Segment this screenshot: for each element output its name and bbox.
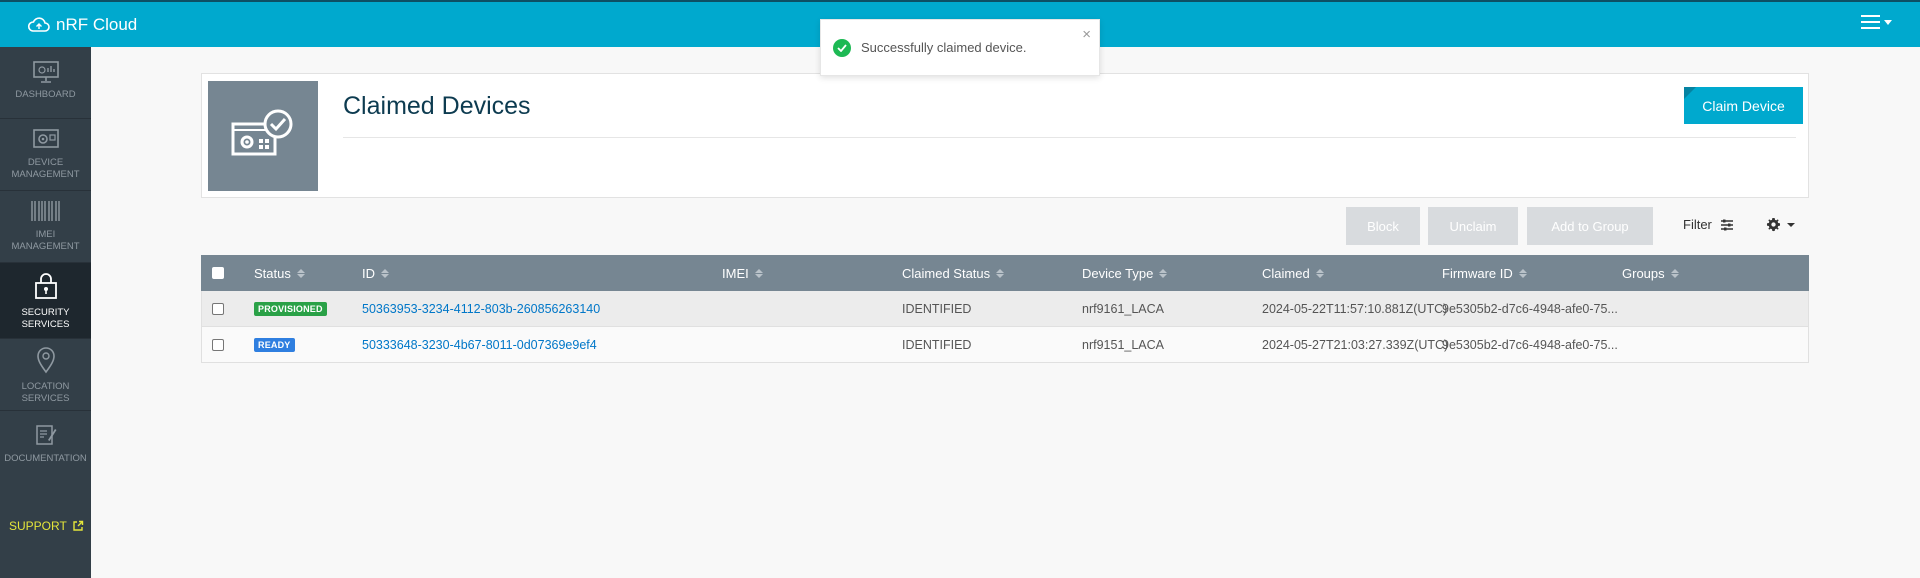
claim-device-button[interactable]: Claim Device	[1684, 87, 1803, 124]
column-label: Claimed	[1262, 265, 1310, 281]
column-label: Groups	[1622, 265, 1665, 281]
page-header-card: Claimed Devices Claim Device	[201, 73, 1809, 198]
status-badge: PROVISIONED	[254, 302, 327, 316]
map-pin-icon	[36, 347, 55, 374]
sidebar-item-label: LOCATION SERVICES	[21, 381, 70, 404]
toast-message: Successfully claimed device.	[861, 40, 1027, 55]
column-label: Claimed Status	[902, 265, 991, 281]
caret-down-icon	[1787, 222, 1795, 227]
claimed-cell: 2024-05-22T11:57:10.881Z(UTC)	[1262, 302, 1448, 316]
devices-table: Status ID IMEI Claimed Status Device Typ…	[201, 255, 1809, 363]
firmware-id-cell: 9e5305b2-d7c6-4948-afe0-75...	[1442, 302, 1618, 316]
select-all-checkbox[interactable]	[212, 267, 224, 279]
support-label: SUPPORT	[9, 519, 67, 533]
column-label: Device Type	[1082, 265, 1154, 281]
claimed-status-cell: IDENTIFIED	[902, 338, 972, 352]
sort-icon	[1518, 268, 1527, 278]
hamburger-menu-button[interactable]	[1861, 15, 1892, 29]
barcode-icon	[30, 201, 60, 221]
device-gear-icon	[32, 129, 59, 148]
column-header-groups[interactable]: Groups	[1622, 255, 1679, 291]
app-title: nRF Cloud	[56, 14, 138, 34]
column-label: ID	[362, 265, 375, 281]
hamburger-icon	[1861, 15, 1880, 29]
sort-icon	[996, 268, 1005, 278]
column-header-claimed[interactable]: Claimed	[1262, 255, 1324, 291]
device-type-cell: nrf9151_LACA	[1082, 338, 1165, 352]
column-header-id[interactable]: ID	[362, 255, 389, 291]
status-badge: READY	[254, 338, 295, 352]
row-checkbox-cell	[212, 291, 224, 327]
status-cell: PROVISIONED	[254, 291, 327, 327]
row-checkbox[interactable]	[212, 339, 224, 351]
monitor-icon	[32, 61, 59, 83]
check-circle-icon	[833, 38, 851, 57]
sidebar-item-dashboard[interactable]: DASHBOARD	[0, 47, 91, 119]
claimed-status-cell: IDENTIFIED	[902, 302, 972, 316]
column-header-status[interactable]: Status	[254, 255, 305, 291]
device-id-link[interactable]: 50333648-3230-4b67-8011-0d07369e9ef4	[362, 327, 597, 363]
sidebar-item-label: DOCUMENTATION	[4, 453, 87, 464]
filter-button[interactable]: Filter	[1683, 217, 1734, 232]
caret-down-icon	[1884, 19, 1892, 25]
device-id-link[interactable]: 50363953-3234-4112-803b-260856263140	[362, 291, 600, 327]
sidebar-item-label: SECURITY SERVICES	[21, 307, 70, 330]
sidebar: DASHBOARD DEVICE MANAGEMENT IMEI MANAGEM…	[0, 47, 91, 578]
document-edit-icon	[35, 425, 56, 445]
sidebar-item-device-management[interactable]: DEVICE MANAGEMENT	[0, 119, 91, 191]
unclaim-button[interactable]: Unclaim	[1428, 207, 1518, 245]
column-label: Status	[254, 265, 291, 281]
cloud-icon	[27, 16, 50, 32]
column-label: IMEI	[722, 265, 749, 281]
sidebar-item-documentation[interactable]: DOCUMENTATION	[0, 411, 91, 483]
sidebar-item-location-services[interactable]: LOCATION SERVICES	[0, 339, 91, 411]
sort-icon	[296, 268, 305, 278]
column-header-device-type[interactable]: Device Type	[1082, 255, 1168, 291]
success-toast: Successfully claimed device. ×	[820, 19, 1100, 76]
table-header: Status ID IMEI Claimed Status Device Typ…	[201, 255, 1809, 291]
table-settings-button[interactable]	[1766, 217, 1795, 232]
external-link-icon	[73, 520, 83, 531]
sort-icon	[1315, 268, 1324, 278]
select-all-checkbox-cell	[212, 255, 224, 291]
column-header-imei[interactable]: IMEI	[722, 255, 763, 291]
filter-sliders-icon	[1720, 219, 1733, 230]
sidebar-item-security-services[interactable]: SECURITY SERVICES	[0, 263, 91, 339]
column-header-firmware-id[interactable]: Firmware ID	[1442, 255, 1527, 291]
firmware-id-cell: 9e5305b2-d7c6-4948-afe0-75...	[1442, 338, 1618, 352]
sidebar-item-imei-management[interactable]: IMEI MANAGEMENT	[0, 191, 91, 263]
close-icon[interactable]: ×	[1082, 27, 1091, 42]
lock-icon	[34, 273, 57, 299]
claimed-cell: 2024-05-27T21:03:27.339Z(UTC)	[1262, 338, 1449, 352]
support-link[interactable]: SUPPORT	[9, 519, 84, 533]
sort-icon	[1159, 268, 1168, 278]
page-title: Claimed Devices	[343, 92, 531, 120]
gear-icon	[1766, 217, 1781, 232]
add-to-group-button[interactable]: Add to Group	[1527, 207, 1653, 245]
block-button[interactable]: Block	[1346, 207, 1420, 245]
claimed-device-icon	[208, 81, 318, 191]
row-checkbox[interactable]	[212, 303, 224, 315]
table-row: READY 50333648-3230-4b67-8011-0d07369e9e…	[201, 327, 1809, 363]
row-checkbox-cell	[212, 327, 224, 363]
sort-icon	[754, 268, 763, 278]
sort-icon	[381, 268, 389, 278]
sidebar-item-label: DEVICE MANAGEMENT	[11, 157, 80, 180]
table-row: PROVISIONED 50363953-3234-4112-803b-2608…	[201, 291, 1809, 327]
sidebar-item-label: IMEI MANAGEMENT	[11, 229, 80, 252]
sort-icon	[1670, 268, 1679, 278]
column-header-claimed-status[interactable]: Claimed Status	[902, 255, 1005, 291]
status-cell: READY	[254, 327, 295, 363]
filter-label: Filter	[1683, 217, 1712, 232]
divider	[343, 137, 1796, 138]
device-type-cell: nrf9161_LACA	[1082, 302, 1165, 316]
sidebar-item-label: DASHBOARD	[15, 89, 76, 100]
column-label: Firmware ID	[1442, 265, 1513, 281]
brand[interactable]: nRF Cloud	[27, 15, 137, 35]
